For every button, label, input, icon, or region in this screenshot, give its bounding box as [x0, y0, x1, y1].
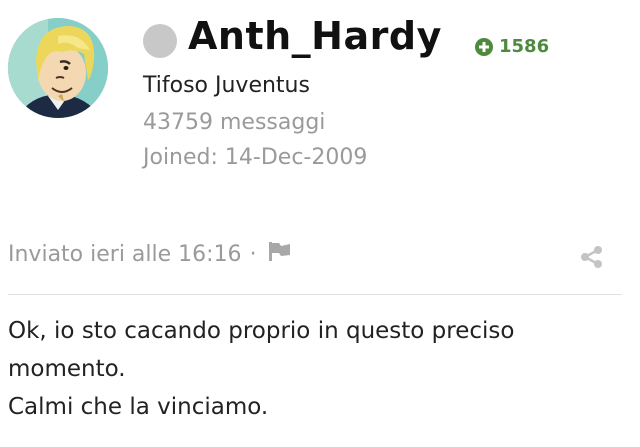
avatar-image: [8, 18, 108, 118]
post-paragraph: Calmi che la vinciamo.: [8, 394, 269, 420]
post-body: Ok, io sto cacando proprio in questo pre…: [8, 312, 628, 426]
reputation-count: 1586: [499, 36, 550, 57]
divider: [8, 294, 622, 295]
avatar[interactable]: [8, 18, 108, 118]
flag-icon[interactable]: [267, 240, 293, 268]
username[interactable]: Anth_Hardy: [188, 14, 442, 58]
user-title: Tifoso Juventus: [143, 73, 310, 98]
post-meta: Inviato ieri alle 16:16 ·: [8, 240, 293, 268]
plus-circle-icon: [475, 37, 493, 56]
forum-post: Anth_Hardy 1586 Tifoso Juventus 43759 me…: [0, 0, 640, 447]
post-count: 43759 messaggi: [143, 110, 326, 135]
share-icon[interactable]: [579, 244, 605, 274]
offline-status-icon: [143, 24, 177, 58]
post-paragraph: Ok, io sto cacando proprio in questo pre…: [8, 318, 515, 382]
reputation-badge[interactable]: 1586: [475, 36, 549, 57]
meta-separator: ·: [249, 241, 257, 267]
post-timestamp[interactable]: Inviato ieri alle 16:16: [8, 242, 242, 267]
joined-date: Joined: 14-Dec-2009: [143, 145, 368, 170]
